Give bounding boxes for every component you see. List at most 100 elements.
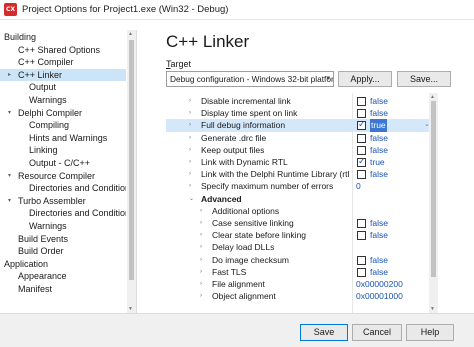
property-checkbox[interactable]: [357, 156, 366, 168]
property-row[interactable]: › Do image checksum false: [166, 254, 437, 266]
tree-item[interactable]: ▾ Delphi Compiler: [0, 107, 126, 120]
tree-item[interactable]: C++ Shared Options: [0, 44, 126, 57]
tree-item[interactable]: Manifest: [0, 283, 126, 296]
tree-scrollbar-thumb[interactable]: [129, 40, 134, 280]
tree-item[interactable]: Compiling: [0, 119, 126, 132]
chevron-right-icon[interactable]: ›: [189, 107, 191, 119]
chevron-right-icon[interactable]: ›: [189, 168, 191, 180]
scroll-up-icon[interactable]: ▲: [128, 31, 133, 37]
chevron-right-icon[interactable]: ›: [200, 254, 202, 266]
chevron-right-icon[interactable]: ›: [189, 144, 191, 156]
chevron-down-icon[interactable]: ▾: [8, 170, 11, 183]
scroll-up-icon[interactable]: ▲: [430, 94, 435, 100]
chevron-right-icon[interactable]: ›: [189, 156, 191, 168]
property-checkbox[interactable]: [357, 255, 366, 265]
chevron-right-icon[interactable]: ›: [189, 132, 191, 144]
tree-item-label: Building: [4, 32, 37, 42]
property-checkbox[interactable]: [357, 145, 366, 155]
tree-item[interactable]: ▸ C++ Linker: [0, 68, 126, 82]
grid-scrollbar[interactable]: ▲ ▼: [429, 93, 438, 313]
property-row[interactable]: ›Full debug informationtrue⌄: [166, 119, 437, 132]
tree-item-label: C++ Shared Options: [18, 44, 101, 55]
property-row[interactable]: › Clear state before linking false: [166, 229, 437, 241]
tree-item[interactable]: Appearance: [0, 270, 126, 283]
property-row[interactable]: › Fast TLS false: [166, 266, 437, 278]
scroll-down-icon[interactable]: ▼: [128, 306, 133, 312]
chevron-right-icon[interactable]: ›: [200, 241, 202, 253]
chevron-right-icon[interactable]: ›: [189, 95, 191, 107]
property-name: Additional options: [212, 205, 280, 216]
tree-item[interactable]: Warnings: [0, 94, 126, 107]
chevron-right-icon[interactable]: ›: [200, 205, 202, 217]
chevron-right-icon[interactable]: ›: [200, 229, 202, 241]
chevron-down-icon[interactable]: ▾: [8, 195, 11, 208]
property-row[interactable]: › Generate .drc file false: [166, 132, 437, 144]
chevron-right-icon[interactable]: ›: [200, 290, 202, 302]
chevron-right-icon[interactable]: ›: [200, 217, 202, 229]
property-checkbox[interactable]: [357, 109, 366, 119]
tree-item-label: Output: [29, 82, 57, 93]
target-select[interactable]: Debug configuration - Windows 32-bit pla…: [166, 71, 334, 87]
property-row[interactable]: › Delay load DLLs: [166, 241, 437, 253]
tree-item[interactable]: Hints and Warnings: [0, 132, 126, 145]
property-checkbox[interactable]: [357, 133, 366, 143]
property-row[interactable]: ⌄ Advanced: [166, 193, 437, 205]
chevron-down-icon[interactable]: ▾: [8, 107, 11, 120]
property-value[interactable]: 0: [356, 180, 361, 192]
chevron-down-icon[interactable]: ⌄: [189, 193, 194, 205]
property-checkbox[interactable]: [357, 170, 366, 180]
chevron-right-icon[interactable]: ›: [200, 266, 202, 278]
property-row[interactable]: › Case sensitive linking false: [166, 217, 437, 229]
property-checkbox[interactable]: [357, 231, 366, 241]
tree-item[interactable]: ▾ Resource Compiler: [0, 170, 126, 183]
property-value[interactable]: 0x00001000: [356, 290, 403, 302]
apply-button[interactable]: Apply...: [338, 71, 392, 87]
tree-item[interactable]: Linking: [0, 144, 126, 157]
property-value[interactable]: 0x00000200: [356, 278, 403, 290]
property-name: Specify maximum number of errors: [201, 181, 334, 192]
tree-item[interactable]: Directories and Conditionals: [0, 207, 126, 220]
help-button[interactable]: Help: [406, 324, 454, 341]
tree-item[interactable]: Build Events: [0, 233, 126, 246]
save-config-button[interactable]: Save...: [397, 71, 451, 87]
tree-item-label: Application: [4, 258, 49, 269]
tree-item[interactable]: C++ Compiler: [0, 56, 126, 69]
property-checkbox[interactable]: [357, 267, 366, 277]
property-row[interactable]: › Object alignment 0x00001000: [166, 290, 437, 302]
cancel-button[interactable]: Cancel: [352, 324, 402, 341]
property-row[interactable]: › Keep output files false: [166, 144, 437, 156]
chevron-right-icon[interactable]: ›: [189, 180, 191, 192]
tree-item[interactable]: Build Order: [0, 245, 126, 258]
property-row[interactable]: › Display time spent on link false: [166, 107, 437, 119]
chevron-right-icon[interactable]: ›: [200, 278, 202, 290]
property-value: true: [370, 119, 387, 132]
property-row[interactable]: › Specify maximum number of errors 0: [166, 180, 437, 192]
property-checkbox[interactable]: [357, 119, 366, 132]
tree-item[interactable]: Output: [0, 81, 126, 94]
tree-item-label: C++ Linker: [18, 69, 63, 80]
property-value: false: [370, 218, 388, 228]
scroll-down-icon[interactable]: ▼: [430, 306, 435, 312]
tree-item[interactable]: Building: [0, 31, 126, 44]
chevron-right-icon[interactable]: ›: [189, 119, 191, 131]
tree-item[interactable]: Warnings: [0, 220, 126, 233]
tree-scrollbar[interactable]: ▲ ▼: [127, 30, 136, 313]
property-name: Clear state before linking: [212, 230, 307, 241]
property-checkbox[interactable]: [357, 97, 366, 106]
property-value: false: [370, 230, 388, 241]
chevron-right-icon[interactable]: ▸: [8, 69, 11, 82]
tree-item[interactable]: Application: [0, 258, 126, 271]
property-row[interactable]: › Disable incremental link false: [166, 95, 437, 107]
tree-item[interactable]: Directories and Conditionals: [0, 182, 126, 195]
property-row[interactable]: › File alignment 0x00000200: [166, 278, 437, 290]
property-row[interactable]: › Link with the Delphi Runtime Library (r…: [166, 168, 437, 180]
save-button[interactable]: Save: [300, 324, 348, 341]
property-checkbox[interactable]: [357, 219, 366, 228]
grid-scrollbar-thumb[interactable]: [431, 101, 436, 277]
property-row[interactable]: › Link with Dynamic RTL true: [166, 156, 437, 168]
tree-item[interactable]: ▾ Turbo Assembler: [0, 195, 126, 208]
property-row[interactable]: › Additional options: [166, 205, 437, 217]
options-tree: Building C++ Shared Options C++ Compiler ▸ C…: [0, 30, 137, 313]
tree-item-label: Compiling: [29, 120, 70, 131]
tree-item[interactable]: Output - C/C++: [0, 157, 126, 170]
